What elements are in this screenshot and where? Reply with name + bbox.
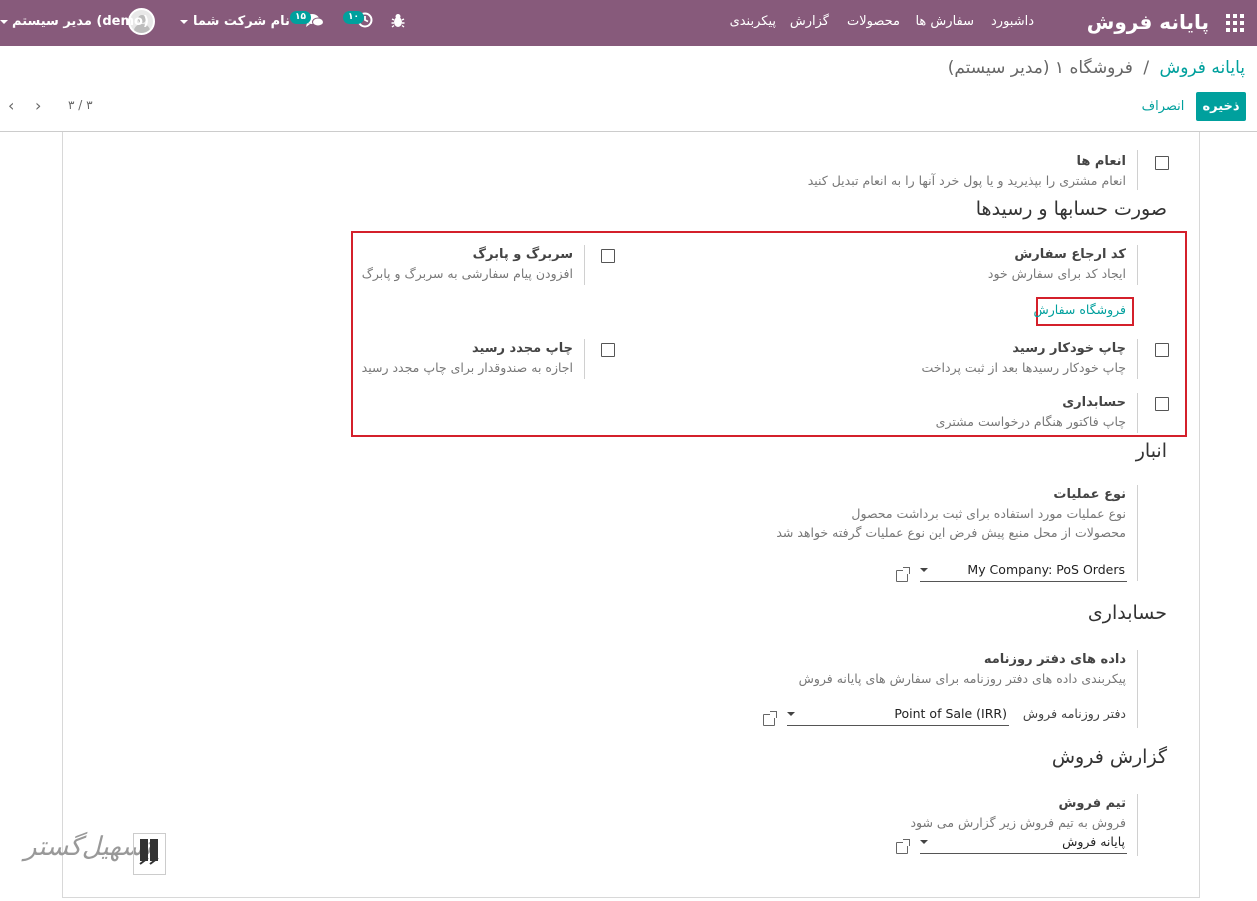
- menu-products[interactable]: محصولات: [847, 14, 900, 29]
- sales-team-external-link-icon[interactable]: [896, 839, 910, 854]
- user-dropdown-caret-icon: [0, 20, 8, 24]
- invoicing-description: چاپ فاکتور هنگام درخواست مشتری: [935, 414, 1126, 429]
- header-footer-divider: [584, 245, 585, 285]
- menu-dashboard[interactable]: داشبورد: [991, 14, 1034, 29]
- journal-description: پیکربندی داده های دفتر روزنامه برای سفار…: [798, 671, 1126, 686]
- invoicing-checkbox[interactable]: [1155, 397, 1169, 411]
- header-footer-checkbox[interactable]: [601, 249, 615, 263]
- order-ref-divider: [1137, 245, 1138, 285]
- reprint-checkbox[interactable]: [601, 343, 615, 357]
- sales-journal-external-link-icon[interactable]: [763, 711, 777, 726]
- apps-menu-icon[interactable]: [1226, 14, 1244, 32]
- tips-checkbox[interactable]: [1155, 156, 1169, 170]
- app-title[interactable]: پایانه فروش: [1087, 10, 1209, 34]
- save-button[interactable]: ذخیره: [1196, 92, 1246, 121]
- breadcrumb-separator: /: [1143, 58, 1150, 78]
- header-footer-label: سربرگ و پابرگ: [472, 247, 573, 262]
- reprint-label: چاپ مجدد رسید: [471, 341, 573, 356]
- sales-team-description: فروش به تیم فروش زیر گزارش می شود: [910, 815, 1126, 830]
- breadcrumb-root[interactable]: پایانه فروش: [1159, 58, 1245, 78]
- auto-print-checkbox[interactable]: [1155, 343, 1169, 357]
- sales-journal-select[interactable]: Point of Sale (IRR): [787, 706, 1009, 726]
- sales-team-caret-icon: [920, 840, 928, 844]
- operation-type-external-link-icon[interactable]: [896, 567, 910, 582]
- tips-description: انعام مشتری را بپذیرید و یا پول خرد آنها…: [807, 173, 1126, 188]
- inventory-divider: [1137, 485, 1138, 581]
- company-dropdown-caret-icon: [180, 20, 188, 24]
- order-sequence-link[interactable]: فروشگاه سفارش: [1033, 302, 1126, 317]
- top-navbar: پایانه فروش داشبورد سفارش ها محصولات گزا…: [0, 0, 1257, 46]
- sales-team-value: پایانه فروش: [1062, 834, 1125, 849]
- tips-divider: [1137, 150, 1138, 190]
- order-reference-label: کد ارجاع سفارش: [1014, 247, 1126, 262]
- debug-bug-icon[interactable]: [391, 13, 405, 29]
- pager-next-icon[interactable]: ›: [35, 98, 41, 114]
- sales-team-label: تیم فروش: [1058, 796, 1126, 811]
- order-reference-description: ایجاد کد برای سفارش خود: [987, 266, 1126, 281]
- pager-value[interactable]: ۳ / ۳: [68, 98, 93, 112]
- operation-type-description-1: نوع عملیات مورد استفاده برای ثبت برداشت …: [851, 506, 1126, 521]
- company-switcher[interactable]: نام شرکت شما: [193, 14, 290, 29]
- bills-section-title: صورت حسابها و رسیدها: [975, 198, 1167, 220]
- sales-journal-value: Point of Sale (IRR): [894, 706, 1007, 721]
- tips-label: انعام ها: [1076, 154, 1126, 169]
- auto-print-divider: [1137, 339, 1138, 379]
- operation-type-description-2: محصولات از محل منبع پیش فرض این نوع عملی…: [776, 525, 1126, 540]
- sales-team-divider: [1137, 794, 1138, 856]
- operation-type-value: My Company: PoS Orders: [967, 562, 1125, 577]
- accounting-divider: [1137, 650, 1138, 728]
- activity-count-badge: ۱۰: [343, 11, 364, 24]
- operation-type-caret-icon: [920, 568, 928, 572]
- operation-type-select[interactable]: My Company: PoS Orders: [920, 562, 1127, 582]
- messages-count-badge: ۱۵: [290, 11, 311, 24]
- user-menu[interactable]: مدیر سیستم (demo): [12, 14, 149, 29]
- sales-journal-field-label: دفتر روزنامه فروش: [1022, 706, 1126, 721]
- header-footer-description: افزودن پیام سفارشی به سربرگ و پابرگ: [361, 266, 573, 281]
- breadcrumb-current: فروشگاه ۱ (مدیر سیستم): [947, 58, 1133, 78]
- operation-type-label: نوع عملیات: [1053, 487, 1126, 502]
- reprint-divider: [584, 339, 585, 379]
- invoicing-divider: [1137, 393, 1138, 433]
- discard-button[interactable]: انصراف: [1140, 92, 1186, 121]
- auto-print-label: چاپ خودکار رسید: [1012, 341, 1126, 356]
- reprint-description: اجازه به صندوقدار برای چاپ مجدد رسید: [361, 360, 573, 375]
- auto-print-description: چاپ خودکار رسیدها بعد از ثبت پرداخت: [921, 360, 1126, 375]
- menu-configuration[interactable]: پیکربندی: [730, 14, 776, 29]
- menu-orders[interactable]: سفارش ها: [915, 14, 974, 29]
- invoicing-label: حسابداری: [1062, 395, 1126, 410]
- inventory-section-title: انبار: [1135, 440, 1167, 462]
- breadcrumb: پایانه فروش / فروشگاه ۱ (مدیر سیستم): [948, 58, 1245, 78]
- sales-report-section-title: گزارش فروش: [1051, 746, 1167, 768]
- journal-label: داده های دفتر روزنامه: [983, 652, 1126, 667]
- sales-team-select[interactable]: پایانه فروش: [920, 834, 1127, 854]
- menu-reporting[interactable]: گزارش: [790, 14, 829, 29]
- pager-previous-icon[interactable]: ‹: [8, 98, 14, 114]
- accounting-section-title: حسابداری: [1087, 602, 1167, 624]
- watermark-box: [133, 833, 166, 875]
- sales-journal-caret-icon: [787, 712, 795, 716]
